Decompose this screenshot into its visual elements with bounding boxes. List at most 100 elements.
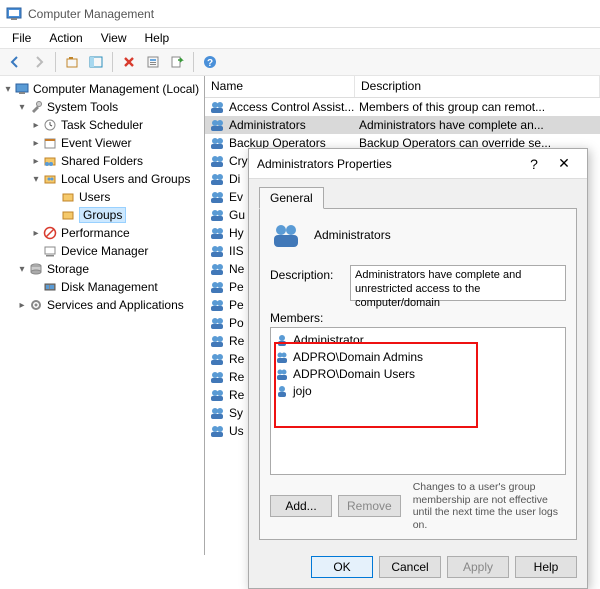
menu-view[interactable]: View (93, 29, 135, 47)
help-button[interactable]: ? (199, 51, 221, 73)
group-icon (209, 297, 225, 313)
cancel-button[interactable]: Cancel (379, 556, 441, 578)
caret-right-icon[interactable]: ▸ (16, 300, 28, 311)
group-icon (209, 405, 225, 421)
user-icon (275, 384, 289, 398)
caret-down-icon[interactable]: ▾ (16, 264, 28, 275)
tree-root[interactable]: ▾ Computer Management (Local) (2, 80, 202, 98)
tree-groups[interactable]: Groups (2, 206, 202, 224)
caret-right-icon[interactable]: ▸ (30, 120, 42, 131)
tree-users[interactable]: Users (2, 188, 202, 206)
caret-right-icon[interactable]: ▸ (30, 138, 42, 149)
up-button[interactable] (61, 51, 83, 73)
group-icon (209, 369, 225, 385)
group-icon (209, 153, 225, 169)
caret-right-icon[interactable]: ▸ (30, 156, 42, 167)
shared-folder-icon (42, 153, 58, 169)
tree-disk-management[interactable]: Disk Management (2, 278, 202, 296)
tree-label: Disk Management (61, 280, 158, 294)
app-icon (6, 6, 22, 22)
member-item[interactable]: ADPRO\Domain Users (275, 365, 561, 382)
group-icon (209, 207, 225, 223)
computer-icon (14, 81, 30, 97)
tree-label: Storage (47, 262, 89, 276)
ok-button[interactable]: OK (311, 556, 373, 578)
tab-general[interactable]: General (259, 187, 324, 209)
group-icon (209, 351, 225, 367)
description-input[interactable]: Administrators have complete and unrestr… (350, 265, 566, 301)
list-cell-desc: Administrators have complete an... (355, 118, 600, 132)
member-item[interactable]: ADPRO\Domain Admins (275, 348, 561, 365)
event-icon (42, 135, 58, 151)
caret-right-icon[interactable]: ▸ (30, 228, 42, 239)
delete-button[interactable] (118, 51, 140, 73)
tree-label: Event Viewer (61, 136, 131, 150)
tab-page-general: Administrators Description: Administrato… (259, 208, 577, 540)
group-icon (209, 243, 225, 259)
group-icon (275, 350, 289, 364)
menu-action[interactable]: Action (41, 29, 90, 47)
group-icon (209, 225, 225, 241)
tree-label: Shared Folders (61, 154, 143, 168)
apply-button[interactable]: Apply (447, 556, 509, 578)
properties-button[interactable] (142, 51, 164, 73)
list-row[interactable]: AdministratorsAdministrators have comple… (205, 116, 600, 134)
back-button[interactable] (4, 51, 26, 73)
list-cell-name: Access Control Assist... (229, 100, 354, 114)
tree-device-manager[interactable]: Device Manager (2, 242, 202, 260)
menubar: File Action View Help (0, 28, 600, 48)
group-icon (275, 367, 289, 381)
tree-task-scheduler[interactable]: ▸ Task Scheduler (2, 116, 202, 134)
user-icon (275, 333, 289, 347)
show-hide-button[interactable] (85, 51, 107, 73)
forward-button[interactable] (28, 51, 50, 73)
dialog-help-btn[interactable]: Help (515, 556, 577, 578)
tree-services-apps[interactable]: ▸ Services and Applications (2, 296, 202, 314)
membership-note: Changes to a user's group membership are… (413, 481, 566, 531)
toolbar: ? (0, 48, 600, 76)
menu-help[interactable]: Help (137, 29, 178, 47)
tree-system-tools[interactable]: ▾ System Tools (2, 98, 202, 116)
column-description[interactable]: Description (355, 76, 600, 97)
group-icon (209, 279, 225, 295)
remove-button[interactable]: Remove (338, 495, 401, 517)
window-title: Computer Management (28, 7, 154, 21)
group-icon (209, 423, 225, 439)
toolbar-separator (193, 52, 194, 72)
clock-icon (42, 117, 58, 133)
tree-shared-folders[interactable]: ▸ Shared Folders (2, 152, 202, 170)
member-name: ADPRO\Domain Users (293, 367, 415, 381)
member-item[interactable]: Administrator (275, 331, 561, 348)
members-listbox[interactable]: AdministratorADPRO\Domain Admins ADPRO\Do… (270, 327, 566, 475)
tree-label: Device Manager (61, 244, 148, 258)
caret-down-icon[interactable]: ▾ (2, 84, 14, 95)
export-button[interactable] (166, 51, 188, 73)
menu-file[interactable]: File (4, 29, 39, 47)
member-name: Administrator (293, 333, 364, 347)
group-icon (209, 387, 225, 403)
caret-down-icon[interactable]: ▾ (30, 174, 42, 185)
add-button[interactable]: Add... (270, 495, 332, 517)
tree-label: Local Users and Groups (61, 172, 190, 186)
tree-local-users-groups[interactable]: ▾ Local Users and Groups (2, 170, 202, 188)
device-icon (42, 243, 58, 259)
column-name[interactable]: Name (205, 76, 355, 97)
close-icon[interactable]: ✕ (549, 155, 579, 172)
tree-label: Task Scheduler (61, 118, 143, 132)
folder-icon (60, 207, 76, 223)
group-icon (209, 189, 225, 205)
description-label: Description: (270, 265, 340, 301)
tree-performance[interactable]: ▸ Performance (2, 224, 202, 242)
properties-dialog: Administrators Properties ? ✕ General Ad… (248, 148, 588, 589)
member-item[interactable]: jojo (275, 382, 561, 399)
tree-label: Computer Management (Local) (33, 82, 199, 96)
list-row[interactable]: Access Control Assist...Members of this … (205, 98, 600, 116)
tree-storage[interactable]: ▾ Storage (2, 260, 202, 278)
dialog-help-button[interactable]: ? (519, 156, 549, 172)
tree-event-viewer[interactable]: ▸ Event Viewer (2, 134, 202, 152)
group-icon (209, 333, 225, 349)
dialog-titlebar[interactable]: Administrators Properties ? ✕ (249, 149, 587, 179)
list-header: Name Description (205, 76, 600, 98)
svg-text:?: ? (207, 58, 213, 69)
caret-down-icon[interactable]: ▾ (16, 102, 28, 113)
